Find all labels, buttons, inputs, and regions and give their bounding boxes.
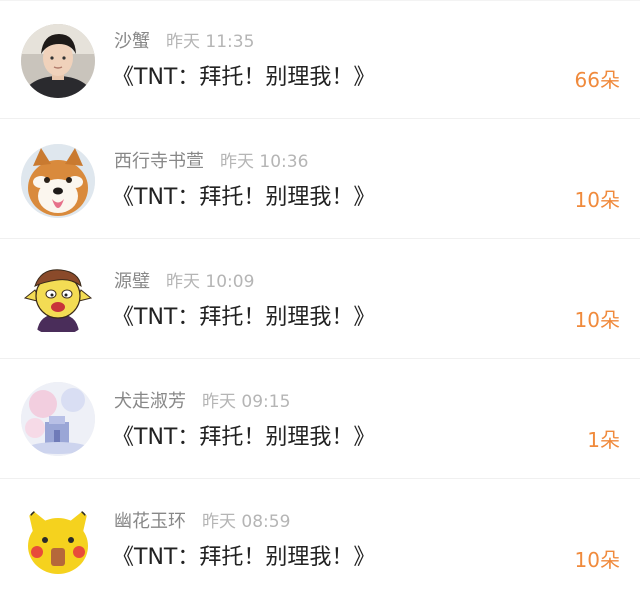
divider bbox=[0, 118, 640, 119]
item-meta: 沙蟹 昨天 11:35 bbox=[114, 30, 254, 54]
work-title[interactable]: 《TNT：拜托！别理我！》 bbox=[112, 183, 375, 213]
flower-count: 1朵 bbox=[587, 428, 620, 452]
reward-list: 沙蟹昨天 11:35 《TNT：拜托！别理我！》 66朵 西行寺书萱昨天 1 bbox=[0, 0, 640, 596]
list-item[interactable]: 犬走淑芳 昨天 09:15 《TNT：拜托！别理我！》 1朵 bbox=[0, 360, 640, 479]
work-title[interactable]: 《TNT：拜托！别理我！》 bbox=[112, 63, 375, 93]
username[interactable]: 幽花玉环 bbox=[114, 511, 186, 532]
timestamp: 昨天 08:59 bbox=[202, 512, 291, 532]
flower-count: 66朵 bbox=[574, 68, 620, 92]
work-title[interactable]: 《TNT：拜托！别理我！》 bbox=[112, 423, 375, 453]
divider bbox=[0, 238, 640, 239]
username[interactable]: 沙蟹 bbox=[114, 31, 150, 52]
divider bbox=[0, 358, 640, 359]
list-item[interactable]: 西行寺书萱 昨天 10:36 《TNT：拜托！别理我！》 10朵 bbox=[0, 120, 640, 239]
username[interactable]: 犬走淑芳 bbox=[114, 391, 186, 412]
item-meta: 犬走淑芳 昨天 09:15 bbox=[114, 390, 290, 414]
cartoon-man-avatar-icon[interactable] bbox=[21, 262, 95, 336]
flower-count: 10朵 bbox=[574, 188, 620, 212]
boy-portrait-avatar-icon[interactable] bbox=[21, 24, 95, 98]
timestamp: 昨天 11:35 bbox=[166, 32, 255, 52]
work-title[interactable]: 《TNT：拜托！别理我！》 bbox=[112, 303, 375, 333]
username[interactable]: 源璧 bbox=[114, 271, 150, 292]
item-meta: 西行寺书萱 昨天 10:36 bbox=[114, 150, 308, 174]
timestamp: 昨天 10:36 bbox=[220, 152, 309, 172]
username[interactable]: 西行寺书萱 bbox=[114, 151, 204, 172]
item-meta: 源璧 昨天 10:09 bbox=[114, 270, 254, 294]
timestamp: 昨天 10:09 bbox=[166, 272, 255, 292]
flower-count: 10朵 bbox=[574, 548, 620, 572]
list-item[interactable]: 沙蟹 昨天 11:35 《TNT：拜托！别理我！》 66朵 bbox=[0, 0, 640, 119]
timestamp: 昨天 09:15 bbox=[202, 392, 291, 412]
list-item[interactable]: 源璧 昨天 10:09 《TNT：拜托！别理我！》 10朵 bbox=[0, 240, 640, 359]
work-title[interactable]: 《TNT：拜托！别理我！》 bbox=[112, 543, 375, 573]
item-meta: 幽花玉环 昨天 08:59 bbox=[114, 510, 290, 534]
shiba-dog-avatar-icon[interactable] bbox=[21, 144, 95, 218]
yellow-mascot-avatar-icon[interactable] bbox=[21, 502, 95, 576]
pastel-art-avatar-icon[interactable] bbox=[21, 382, 95, 456]
list-item[interactable]: 幽花玉环 昨天 08:59 《TNT：拜托！别理我！》 10朵 bbox=[0, 480, 640, 596]
flower-count: 10朵 bbox=[574, 308, 620, 332]
divider bbox=[0, 478, 640, 479]
